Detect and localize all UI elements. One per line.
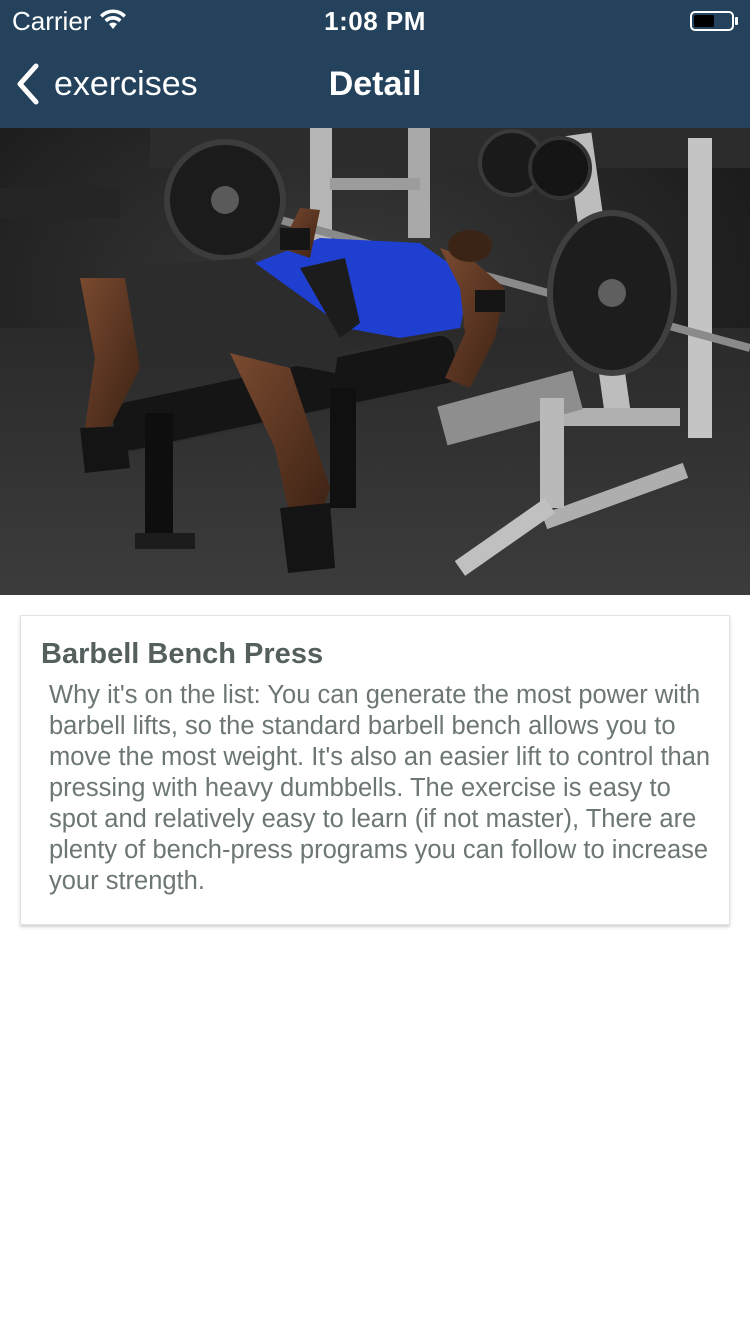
app-header: Carrier 1:08 PM Detail exercises bbox=[0, 0, 750, 128]
exercise-title: Barbell Bench Press bbox=[41, 638, 324, 670]
battery-icon bbox=[690, 11, 738, 31]
exercise-card: Barbell Bench Press Why it's on the list… bbox=[20, 615, 730, 925]
status-time: 1:08 PM bbox=[324, 6, 426, 36]
chevron-left-icon bbox=[17, 63, 39, 105]
exercise-description: Why it's on the list: You can generate t… bbox=[49, 681, 711, 895]
navigation-bar: Detail exercises bbox=[0, 40, 750, 128]
back-button[interactable]: exercises bbox=[14, 60, 198, 108]
exercise-photo bbox=[0, 128, 750, 595]
bench-press-illustration bbox=[0, 128, 750, 595]
back-label: exercises bbox=[54, 64, 198, 103]
status-bar: Carrier 1:08 PM bbox=[0, 0, 750, 40]
